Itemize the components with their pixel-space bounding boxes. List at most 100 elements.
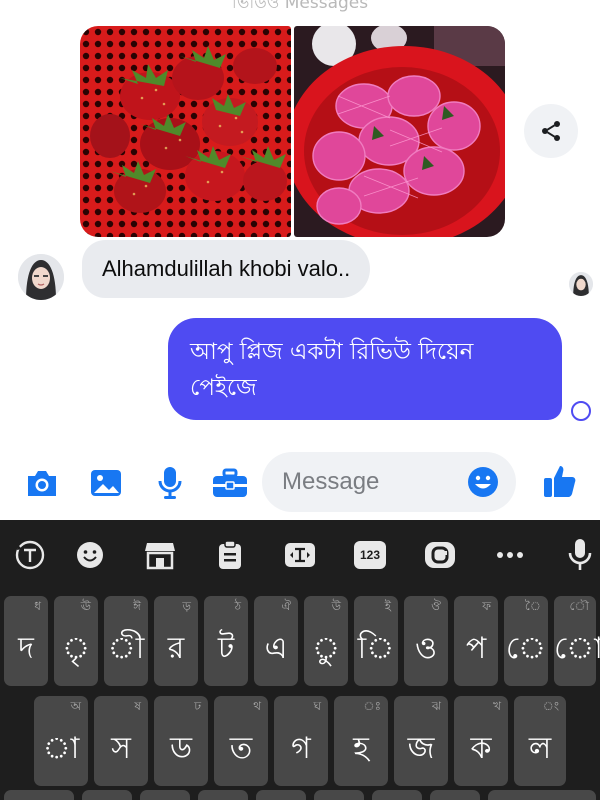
- like-button[interactable]: [540, 461, 580, 501]
- key-hint: থ: [253, 699, 261, 713]
- key[interactable]: ঝজ: [394, 696, 448, 786]
- keyboard-toolbar: 123: [0, 520, 600, 590]
- shift-key[interactable]: [4, 790, 74, 800]
- clipboard-button[interactable]: [212, 537, 248, 573]
- camera-icon: [28, 471, 56, 496]
- key-hint: ড়: [182, 599, 191, 613]
- tools-button[interactable]: [212, 465, 248, 501]
- key[interactable]: [314, 790, 364, 800]
- key-hint: ফ: [482, 599, 491, 613]
- bangla-keyboard: 123 ধদ ঊৃ ঈী ড় র ঠ ট ঐ এ উ ু ই ি ঔ ও ফ …: [0, 520, 600, 800]
- key[interactable]: খক: [454, 696, 508, 786]
- outgoing-message-line: আপু প্লিজ একটা রিভিউ দিয়েন: [190, 339, 474, 365]
- keyboard-voice-button[interactable]: [562, 537, 598, 573]
- key[interactable]: [198, 790, 248, 800]
- voice-message-button[interactable]: [152, 465, 188, 501]
- key-hint: ঠ: [234, 599, 241, 613]
- key-label: এ: [264, 631, 288, 666]
- key-label: ু: [311, 631, 341, 666]
- numbers-icon: 123: [354, 541, 386, 569]
- key-hint: ঃ: [363, 699, 381, 713]
- key[interactable]: ং ল: [514, 696, 566, 786]
- key-label: ী: [107, 631, 145, 666]
- key-label: ক: [470, 731, 492, 766]
- outgoing-message-line: পেইজে: [190, 375, 257, 401]
- numbers-button[interactable]: 123: [352, 537, 388, 573]
- key-label: হ: [353, 731, 369, 766]
- emoji-icon: [77, 542, 103, 568]
- key[interactable]: ষস: [94, 696, 148, 786]
- key[interactable]: ইি: [354, 596, 398, 686]
- more-options-button[interactable]: [492, 537, 528, 573]
- conversation-area[interactable]: ভিডিও Messages Alhamdulillah khobi valo.…: [0, 0, 600, 520]
- key-label: ও: [414, 631, 438, 666]
- key-hint: ৌ: [569, 599, 589, 613]
- photo-pink-fruits[interactable]: [294, 26, 505, 237]
- image-message-group[interactable]: [80, 26, 506, 237]
- key-label: ৃ: [61, 631, 91, 666]
- outgoing-message-bubble[interactable]: আপু প্লিজ একটা রিভিউ দিয়েন পেইজে: [168, 318, 562, 420]
- text-edit-button[interactable]: [282, 537, 318, 573]
- share-button[interactable]: [524, 104, 578, 158]
- key[interactable]: ঘগ: [274, 696, 328, 786]
- key[interactable]: [140, 790, 190, 800]
- contact-avatar[interactable]: [18, 254, 64, 300]
- key-hint: ষ: [134, 699, 141, 713]
- key[interactable]: [430, 790, 480, 800]
- key-hint: ধ: [34, 599, 41, 613]
- key-hint: ং: [542, 699, 559, 713]
- key[interactable]: ফপ: [454, 596, 498, 686]
- numbers-label: 123: [359, 548, 381, 562]
- key-label: র: [167, 631, 185, 666]
- key-label: ট: [217, 631, 235, 666]
- share-icon: [542, 121, 560, 141]
- key[interactable]: ঊৃ: [54, 596, 98, 686]
- gallery-icon: [91, 470, 121, 496]
- seen-by-avatar: [569, 272, 593, 296]
- photo-strawberries[interactable]: [80, 26, 291, 237]
- key[interactable]: [372, 790, 422, 800]
- key-label: া: [42, 731, 80, 766]
- key[interactable]: ঢড: [154, 696, 208, 786]
- key[interactable]: অা: [34, 696, 88, 786]
- store-button[interactable]: [142, 537, 178, 573]
- translate-button[interactable]: [12, 537, 48, 573]
- incoming-message-bubble[interactable]: Alhamdulillah khobi valo..: [82, 240, 371, 298]
- key[interactable]: ৈে: [504, 596, 548, 686]
- gif-icon: [425, 542, 455, 568]
- key-label: ত: [229, 731, 253, 766]
- key[interactable]: ঠট: [204, 596, 248, 686]
- backspace-key[interactable]: [488, 790, 596, 800]
- camera-button[interactable]: [24, 465, 60, 501]
- key[interactable]: [256, 790, 306, 800]
- toolbox-icon: [213, 468, 247, 497]
- key-label: ড: [169, 731, 193, 766]
- store-icon: [145, 543, 175, 570]
- gallery-button[interactable]: [88, 465, 124, 501]
- key[interactable]: থত: [214, 696, 268, 786]
- key[interactable]: ধদ: [4, 596, 48, 686]
- key[interactable]: ঈী: [104, 596, 148, 686]
- key-hint: ই: [384, 599, 391, 613]
- microphone-icon: [568, 539, 592, 570]
- key[interactable]: ৌো: [554, 596, 600, 686]
- key[interactable]: [82, 790, 132, 800]
- key-hint: ঐ: [281, 599, 291, 613]
- message-sent-status-icon: [571, 401, 591, 421]
- key-hint: খ: [493, 699, 501, 713]
- key[interactable]: ঔও: [404, 596, 448, 686]
- key[interactable]: ঃ হ: [334, 696, 388, 786]
- keyboard-emoji-button[interactable]: [72, 537, 108, 573]
- key[interactable]: ঐএ: [254, 596, 298, 686]
- key[interactable]: উু: [304, 596, 348, 686]
- key[interactable]: ড় র: [154, 596, 198, 686]
- gif-button[interactable]: [422, 537, 458, 573]
- key-hint: ঘ: [313, 699, 321, 713]
- key-hint: ঝ: [431, 699, 441, 713]
- key-label: ো: [554, 631, 600, 666]
- emoji-button[interactable]: [466, 465, 500, 499]
- thumbs-up-icon: [544, 466, 576, 497]
- microphone-icon: [158, 467, 182, 499]
- more-icon: [497, 552, 523, 558]
- key-label: স: [111, 731, 131, 766]
